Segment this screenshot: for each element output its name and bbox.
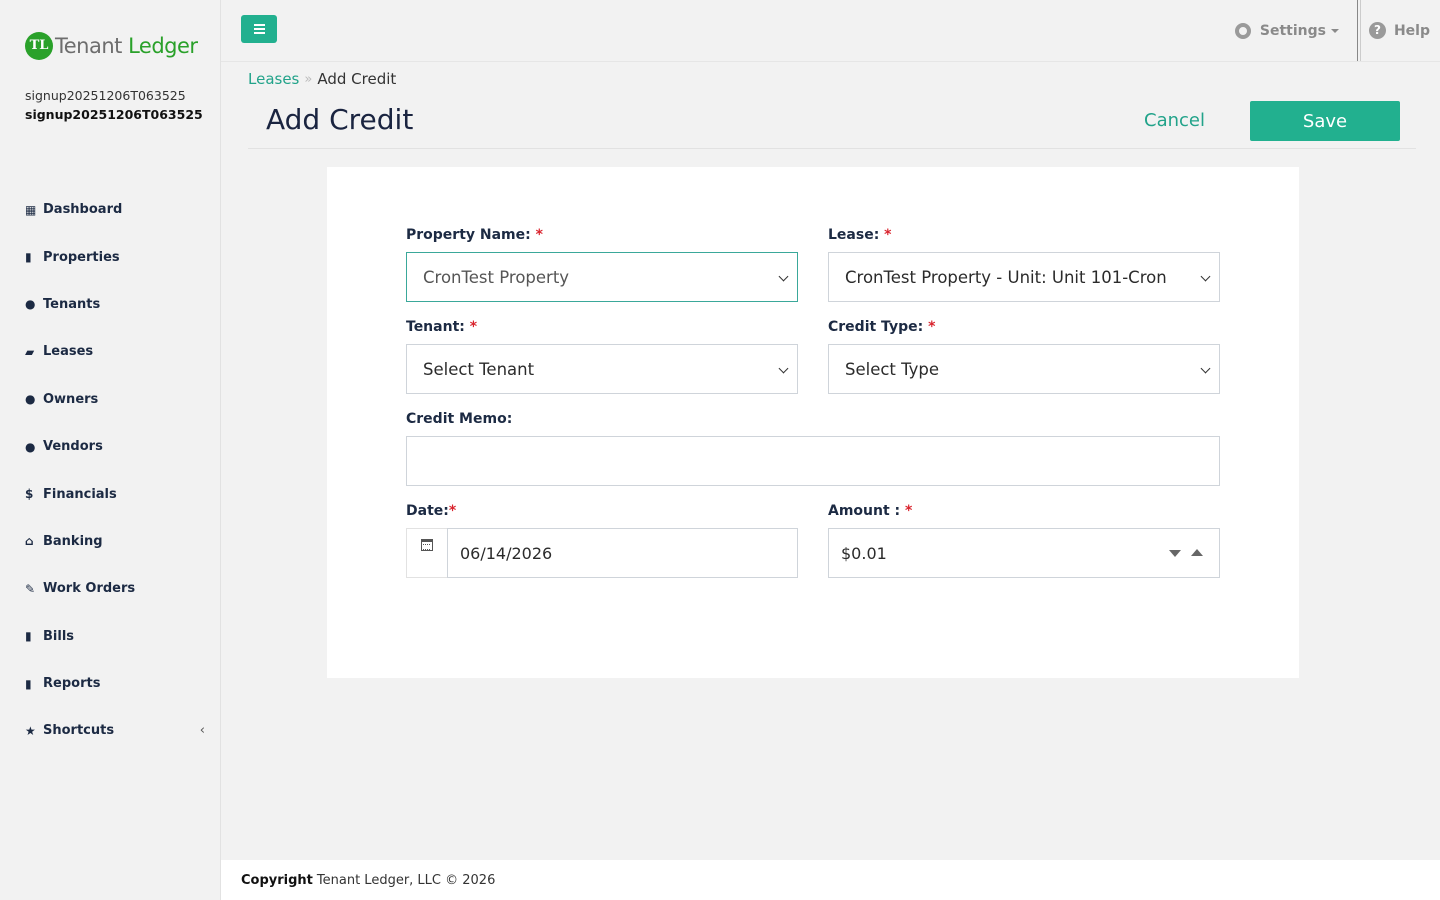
- file-icon: ▮: [25, 676, 32, 691]
- hamburger-icon: [253, 28, 265, 30]
- settings-dropdown[interactable]: Settings: [1234, 22, 1339, 39]
- sidebar-item-leases[interactable]: ▰ Leases: [25, 328, 205, 375]
- folder-open-icon: ▰: [25, 344, 35, 359]
- app-logo[interactable]: TL Tenant Ledger: [25, 32, 198, 60]
- logo-mark-icon: TL: [25, 32, 53, 60]
- user-account-name: signup20251206T063525: [25, 88, 186, 103]
- credit-type-select[interactable]: Select Type: [828, 344, 1220, 394]
- cancel-button[interactable]: Cancel: [1144, 110, 1205, 131]
- file-icon: ▮: [25, 629, 32, 644]
- chevron-down-icon: [778, 363, 789, 374]
- credit-memo-label: Credit Memo:: [406, 411, 513, 427]
- bank-icon: ⌂: [25, 534, 34, 549]
- property-name-select[interactable]: CronTest Property: [406, 252, 798, 302]
- credit-type-label: Credit Type: *: [828, 319, 936, 335]
- sidebar-item-banking[interactable]: ⌂ Banking: [25, 518, 205, 565]
- increment-icon[interactable]: [1191, 549, 1203, 556]
- credit-memo-input[interactable]: [406, 436, 1220, 486]
- sidebar-item-shortcuts[interactable]: ★ Shortcuts ‹: [25, 707, 205, 754]
- copyright-text: Tenant Ledger, LLC © 2026: [316, 872, 496, 888]
- date-label: Date:*: [406, 503, 457, 519]
- topbar-right: Settings ? Help: [1234, 0, 1440, 61]
- sidebar-item-owners[interactable]: ● Owners: [25, 376, 205, 423]
- users-icon: ●: [25, 439, 36, 454]
- header-divider: [248, 148, 1416, 149]
- amount-label: Amount : *: [828, 503, 913, 519]
- building-icon: ▮: [25, 250, 32, 265]
- breadcrumb-current: Add Credit: [317, 70, 397, 88]
- users-icon: ●: [25, 392, 36, 407]
- breadcrumb-separator: »: [304, 71, 313, 87]
- help-link[interactable]: ? Help: [1368, 22, 1430, 39]
- divider: [1356, 0, 1361, 61]
- dashboard-icon: ▦: [25, 202, 37, 217]
- user-icon: ●: [25, 297, 36, 312]
- chevron-down-icon: [778, 271, 789, 282]
- copyright-label: Copyright: [241, 872, 313, 888]
- sidebar-item-tenants[interactable]: ● Tenants: [25, 281, 205, 328]
- gear-icon: [1234, 22, 1251, 39]
- star-icon: ★: [25, 723, 36, 738]
- save-button[interactable]: Save: [1250, 101, 1400, 141]
- sidebar-item-properties[interactable]: ▮ Properties: [25, 233, 205, 280]
- date-input[interactable]: 06/14/2026: [447, 528, 798, 578]
- sidebar-item-bills[interactable]: ▮ Bills: [25, 613, 205, 660]
- decrement-icon[interactable]: [1169, 550, 1181, 557]
- property-name-label: Property Name: *: [406, 227, 543, 243]
- caret-down-icon: [1330, 28, 1339, 33]
- sidebar-item-reports[interactable]: ▮ Reports: [25, 660, 205, 707]
- breadcrumb: Leases » Add Credit: [248, 70, 396, 88]
- question-circle-icon: ?: [1368, 22, 1386, 39]
- tenant-label: Tenant: *: [406, 319, 478, 335]
- sidebar-item-dashboard[interactable]: ▦ Dashboard: [25, 186, 205, 233]
- chevron-left-icon[interactable]: ‹: [200, 723, 205, 738]
- lease-label: Lease: *: [828, 227, 892, 243]
- calendar-icon: [421, 539, 433, 551]
- footer: Copyright Tenant Ledger, LLC © 2026: [221, 860, 1440, 900]
- breadcrumb-leases-link[interactable]: Leases: [248, 70, 299, 88]
- sidebar-item-vendors[interactable]: ● Vendors: [25, 423, 205, 470]
- logo-text: Tenant Ledger: [55, 34, 198, 58]
- menu-toggle-button[interactable]: [241, 15, 277, 43]
- add-credit-form: Property Name: * CronTest Property Lease…: [327, 167, 1299, 678]
- sidebar-item-financials[interactable]: $ Financials: [25, 470, 205, 517]
- tenant-select[interactable]: Select Tenant: [406, 344, 798, 394]
- chevron-down-icon: [1200, 271, 1211, 282]
- sidebar-item-work-orders[interactable]: ✎ Work Orders: [25, 565, 205, 612]
- edit-icon: ✎: [25, 581, 36, 596]
- user-company-name: signup20251206T063525: [25, 107, 203, 122]
- page-title: Add Credit: [266, 103, 414, 136]
- dollar-icon: $: [25, 487, 34, 502]
- calendar-button[interactable]: [406, 528, 447, 578]
- topbar-divider: [221, 61, 1440, 62]
- sidebar-nav: ▦ Dashboard ▮ Properties ● Tenants ▰ Leases …: [25, 186, 205, 755]
- chevron-down-icon: [1200, 363, 1211, 374]
- sidebar: TL Tenant Ledger signup20251206T063525 s…: [0, 0, 221, 900]
- amount-input[interactable]: $0.01: [828, 528, 1220, 578]
- lease-select[interactable]: CronTest Property - Unit: Unit 101-Cron: [828, 252, 1220, 302]
